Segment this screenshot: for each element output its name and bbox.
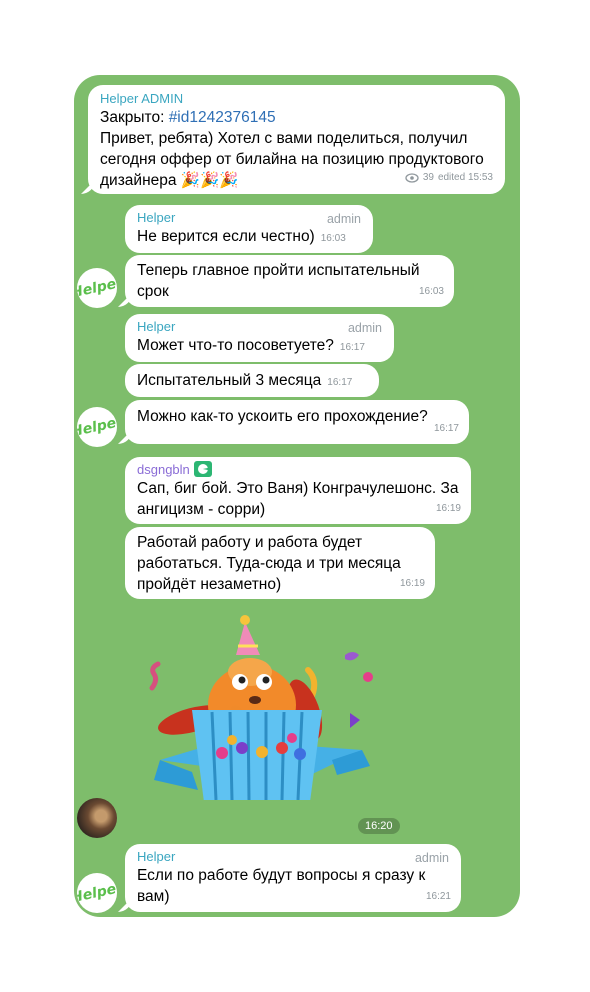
view-count: 39 [422, 172, 434, 183]
message-text: Сап, биг бой. Это Ваня) Конграчулешонс. … [137, 480, 459, 518]
message-text: Закрыто: #id1242376145 [100, 107, 493, 128]
message-bubble[interactable]: Испытательный 3 месяца 16:17 [125, 364, 379, 397]
helper-avatar[interactable]: Helper [77, 407, 117, 447]
helper-avatar[interactable]: Helper [77, 873, 117, 913]
message-bubble[interactable]: Работай работу и работа будет работаться… [125, 527, 435, 599]
message-time: 16:19 [399, 578, 425, 589]
message-time: 16:19 [435, 503, 461, 514]
sender-name[interactable]: dsgngbln [137, 461, 459, 478]
sender-name[interactable]: Helper [137, 318, 382, 335]
message-text: Можно как-то ускоить его прохождение? [137, 408, 428, 425]
message-bubble-pinned[interactable]: Helper ADMIN Закрыто: #id1242376145 Прив… [88, 85, 505, 194]
helper-logo: Helper [77, 413, 117, 440]
message-bubble[interactable]: Helper admin Если по работе будут вопрос… [125, 844, 461, 912]
message-bubble[interactable]: Теперь главное пройти испытательный срок… [125, 255, 454, 307]
message-time: 16:03 [320, 233, 346, 244]
message-time: 16:17 [433, 423, 459, 434]
helper-avatar[interactable]: Helper [77, 268, 117, 308]
helper-logo: Helper [77, 274, 117, 301]
message-time: 16:03 [418, 286, 444, 297]
eye-icon [405, 172, 419, 183]
message-text: Может что-то посоветуете? 16:17 [137, 335, 382, 358]
message-bubble[interactable]: dsgngbln Сап, биг бой. Это Ваня) Конграч… [125, 457, 471, 524]
party-emoji: 🎉🎉🎉 [180, 172, 239, 189]
admin-role: admin [414, 851, 449, 865]
chat-area: Helper ADMIN Закрыто: #id1242376145 Прив… [74, 75, 520, 917]
message-bubble[interactable]: Helper admin Может что-то посоветуете? 16… [125, 314, 394, 362]
sticker-time: 16:20 [358, 818, 400, 834]
message-time: 16:17 [327, 377, 353, 388]
admin-role: admin [347, 321, 382, 335]
hashtag-link[interactable]: #id1242376145 [169, 109, 276, 126]
message-text: Работай работу и работа будет работаться… [137, 534, 401, 593]
message-bubble[interactable]: Helper admin Не верится если честно) 16:0… [125, 205, 373, 253]
message-time: 16:17 [339, 342, 365, 353]
sender-badge-icon [193, 461, 212, 477]
closed-label: Закрыто: [100, 109, 169, 126]
helper-logo: Helper [77, 879, 117, 906]
sender-name[interactable]: Helper ADMIN [100, 90, 493, 107]
party-dog-sticker[interactable] [132, 610, 382, 800]
message-text: Если по работе будут вопросы я сразу к в… [137, 867, 426, 905]
message-text: Испытательный 3 месяца 16:17 [137, 370, 367, 393]
admin-role: admin [326, 212, 361, 226]
message-meta: 39 edited 15:53 [405, 167, 493, 188]
edited-time: edited 15:53 [437, 172, 493, 183]
sender-name[interactable]: Helper [137, 848, 449, 865]
message-text: Теперь главное пройти испытательный срок [137, 262, 420, 300]
user-avatar-photo[interactable] [77, 798, 117, 838]
message-time: 16:21 [425, 891, 451, 902]
message-bubble[interactable]: Можно как-то ускоить его прохождение? 16… [125, 400, 469, 444]
